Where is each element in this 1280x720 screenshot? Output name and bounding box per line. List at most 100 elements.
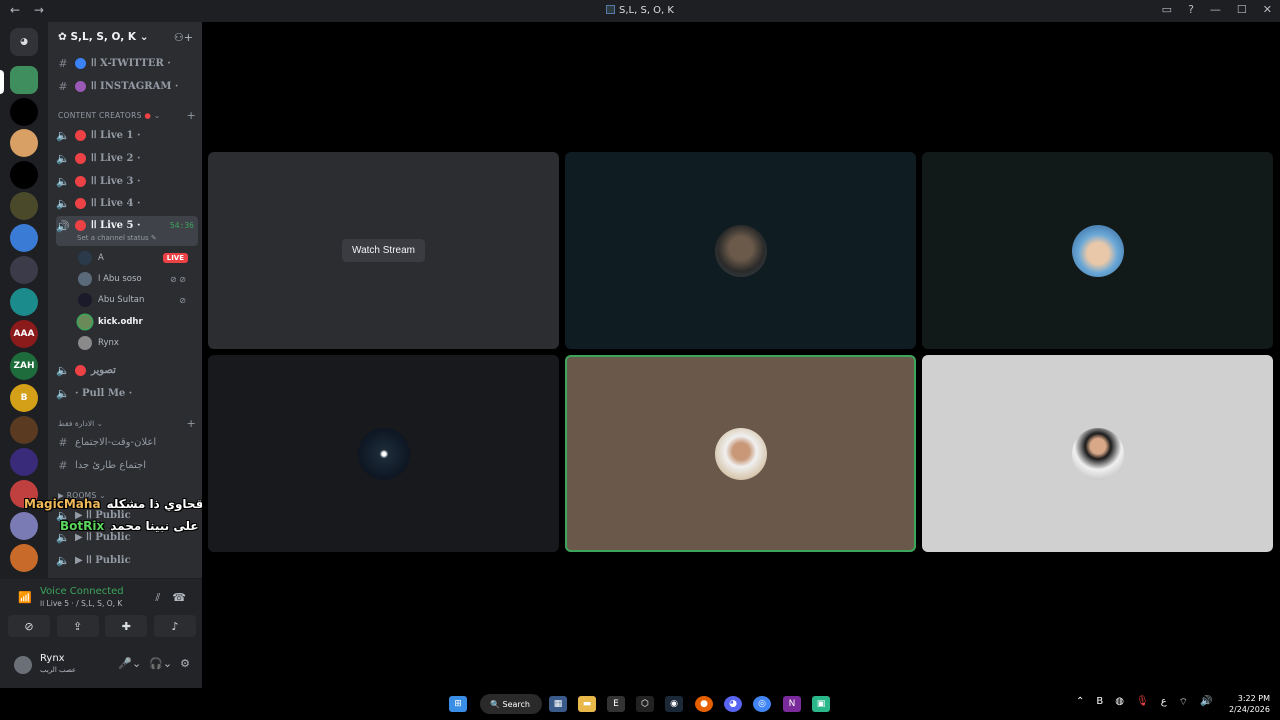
inbox-icon[interactable]: ▭ xyxy=(1162,3,1172,16)
server-icon[interactable] xyxy=(10,256,38,284)
clock[interactable]: 3:22 PM 2/24/2026 xyxy=(1229,693,1270,715)
server-icon[interactable] xyxy=(10,288,38,316)
category-label: CONTENT CREATORS xyxy=(58,111,142,120)
channel-emoji xyxy=(75,220,86,231)
epic-games-icon[interactable]: E xyxy=(607,696,625,712)
language-indicator[interactable]: ع xyxy=(1161,696,1167,709)
server-icon[interactable] xyxy=(10,224,38,252)
avatar[interactable] xyxy=(12,654,34,676)
live-badge: LIVE xyxy=(162,253,188,263)
voice-user[interactable]: kick.odhr xyxy=(78,313,194,331)
channel-label: اا Live 3 · xyxy=(91,175,141,187)
user-name[interactable]: Rynx xyxy=(40,653,65,664)
participant-tile-speaking[interactable] xyxy=(565,355,916,552)
channel-emoji xyxy=(75,129,86,141)
voice-user[interactable]: A LIVE xyxy=(78,249,194,267)
network-globe-icon[interactable]: ◍ xyxy=(1115,696,1124,709)
voice-channel-pull-me[interactable]: 🔈 · Pull Me · xyxy=(56,383,198,403)
store-icon[interactable]: ▦ xyxy=(549,696,567,712)
server-icon[interactable] xyxy=(10,66,38,94)
category-content-creators[interactable]: CONTENT CREATORS ● ⌄ + xyxy=(58,109,198,122)
participant-tile[interactable] xyxy=(565,152,916,349)
server-name[interactable]: ✿ S,L, S, O, K ⌄ xyxy=(58,31,149,43)
watch-stream-button[interactable]: Watch Stream xyxy=(342,239,425,262)
windows-start-icon[interactable]: ⊞ xyxy=(449,696,467,712)
next-icon[interactable]: N xyxy=(783,696,801,712)
search-label: Search xyxy=(502,699,530,709)
signal-icon: 📶 xyxy=(18,591,32,604)
participant-tile[interactable] xyxy=(208,355,559,552)
help-icon[interactable]: ? xyxy=(1188,3,1194,16)
screen-share-button[interactable]: ⇪ xyxy=(56,615,99,637)
server-icon[interactable] xyxy=(10,512,38,540)
red-dot-icon: ● xyxy=(144,111,152,120)
activities-button[interactable]: ✚ xyxy=(105,615,148,637)
participant-tile[interactable] xyxy=(922,152,1273,349)
discord-home-icon[interactable]: ◕ xyxy=(10,28,38,56)
voice-channel-path[interactable]: اا Live 5 · / S,L, S, O, K xyxy=(40,599,122,608)
volume-icon[interactable]: 🔊 xyxy=(1200,696,1212,709)
server-icon[interactable] xyxy=(10,544,38,572)
server-icon[interactable] xyxy=(10,192,38,220)
soundboard-button[interactable]: ♪ xyxy=(153,615,196,637)
voice-active-icon: 🔊 xyxy=(56,220,70,233)
channel-instagram[interactable]: # اا INSTAGRAM · xyxy=(56,76,198,96)
server-icon[interactable]: B xyxy=(10,384,38,412)
camera-button[interactable]: ⊘ xyxy=(8,615,50,637)
channel-status[interactable]: Set a channel status ✎ xyxy=(77,234,157,242)
voice-channel-live-5[interactable]: 🔊 اا Live 5 · 54:36 Set a channel status ✎ xyxy=(56,216,198,246)
firefox-icon[interactable]: ● xyxy=(695,696,713,712)
avatar xyxy=(78,272,92,286)
noise-suppression-icon[interactable]: ⫽ xyxy=(155,591,160,605)
voice-user[interactable]: ا Abu soso ⊘ ⊘ xyxy=(78,270,194,288)
green-app-icon[interactable]: ▣ xyxy=(812,696,830,712)
server-icon[interactable]: ZAH xyxy=(10,352,38,380)
avatar xyxy=(1071,427,1124,480)
steam-icon[interactable]: ◉ xyxy=(665,696,683,712)
maximize-button[interactable]: ☐ xyxy=(1237,3,1247,16)
voice-connected-label[interactable]: Voice Connected xyxy=(40,586,124,597)
channel-x-twitter[interactable]: # اا X-TWITTER · xyxy=(56,53,198,73)
server-icon[interactable] xyxy=(10,448,38,476)
wifi-icon[interactable]: ⌔ xyxy=(1179,696,1188,709)
add-channel-icon[interactable]: + xyxy=(186,417,196,430)
channel-emergency-meeting[interactable]: # اجتماع طارئ جدا xyxy=(56,455,198,475)
disconnect-icon[interactable]: ☎ xyxy=(172,591,186,605)
server-icon[interactable] xyxy=(10,161,38,189)
avatar xyxy=(78,251,92,265)
chevron-up-icon[interactable]: ⌃ xyxy=(1076,696,1084,709)
server-icon[interactable]: AAA xyxy=(10,320,38,348)
headphones-icon[interactable]: 🎧⌄ xyxy=(149,657,172,670)
microphone-icon[interactable]: 🎤⌄ xyxy=(118,657,141,670)
gear-icon[interactable]: ⚙ xyxy=(180,657,190,670)
voice-channel-live-2[interactable]: 🔈 اا Live 2 · xyxy=(56,148,198,168)
channel-meeting-time[interactable]: # اعلان-وقت-الاجتماع xyxy=(56,432,198,452)
voice-channel-public[interactable]: 🔈 ▶ اا Public xyxy=(56,550,198,570)
server-icon[interactable] xyxy=(10,129,38,157)
voice-channel-live-1[interactable]: 🔈 اا Live 1 · xyxy=(56,125,198,145)
minimize-button[interactable]: — xyxy=(1210,3,1221,16)
voice-user[interactable]: Abu Sultan ⊘ xyxy=(78,291,194,309)
person-add-icon[interactable]: ⚇+ xyxy=(174,31,193,44)
close-button[interactable]: ✕ xyxy=(1263,3,1272,16)
discord-icon[interactable]: ◕ xyxy=(724,696,742,712)
chrome-icon[interactable]: ◎ xyxy=(753,696,771,712)
bold-b-icon[interactable]: B xyxy=(1096,696,1103,709)
voice-channel-live-4[interactable]: 🔈 اا Live 4 · xyxy=(56,193,198,213)
window-title: S,L, S, O, K xyxy=(0,5,1280,16)
participant-tile[interactable] xyxy=(922,355,1273,552)
stream-tile[interactable]: Watch Stream xyxy=(208,152,559,349)
folder-icon[interactable]: ▬ xyxy=(578,696,596,712)
voice-stage: Watch Stream xyxy=(202,22,1280,688)
voice-channel-photo[interactable]: 🔈 تصوير xyxy=(56,360,198,380)
hash-icon: # xyxy=(58,56,68,70)
server-icon[interactable] xyxy=(10,416,38,444)
category-admin[interactable]: الادارة فقط ⌄ + xyxy=(58,417,198,430)
voice-channel-live-3[interactable]: 🔈 اا Live 3 · xyxy=(56,171,198,191)
server-icon[interactable] xyxy=(10,98,38,126)
add-channel-icon[interactable]: + xyxy=(186,109,196,122)
voice-user[interactable]: Rynx xyxy=(78,334,194,352)
taskbar-search[interactable]: 🔍 Search xyxy=(480,694,542,714)
microphone-icon[interactable]: 🎙 xyxy=(1136,696,1149,709)
unity-icon[interactable]: ⬡ xyxy=(636,696,654,712)
